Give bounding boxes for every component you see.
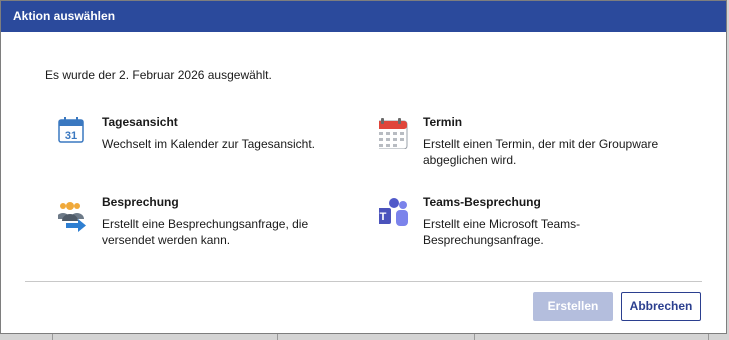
option-appointment[interactable]: Termin Erstellt einen Termin, der mit de… bbox=[374, 115, 679, 169]
option-day-view[interactable]: 31 Tagesansicht Wechselt im Kalender zur… bbox=[58, 115, 358, 159]
option-meeting[interactable]: Besprechung Erstellt eine Besprechungsan… bbox=[56, 195, 358, 249]
footer-divider bbox=[25, 281, 702, 282]
option-title: Teams-Besprechung bbox=[423, 195, 541, 209]
intro-text: Es wurde der 2. Februar 2026 ausgewählt. bbox=[45, 68, 272, 82]
option-title: Tagesansicht bbox=[102, 115, 178, 129]
calendar-day-number: 31 bbox=[65, 130, 77, 142]
background-grid-line bbox=[52, 334, 53, 340]
calendar-grid-icon bbox=[374, 115, 413, 150]
option-description: Erstellt eine Microsoft Teams-Besprechun… bbox=[423, 217, 581, 247]
meeting-people-icon bbox=[56, 195, 92, 232]
option-title: Termin bbox=[423, 115, 463, 129]
option-description: Erstellt eine Besprechungsanfrage, die v… bbox=[102, 217, 309, 247]
background-grid-line bbox=[277, 334, 278, 340]
cancel-button[interactable]: Abbrechen bbox=[621, 292, 701, 321]
option-description: Wechselt im Kalender zur Tagesansicht. bbox=[102, 137, 315, 151]
background-grid-line bbox=[474, 334, 475, 340]
teams-icon: T bbox=[375, 195, 413, 229]
option-teams-meeting[interactable]: T Teams-Besprechung Erstellt eine Micros… bbox=[375, 195, 679, 249]
calendar-day-icon: 31 bbox=[58, 115, 92, 149]
option-description: Erstellt einen Termin, der mit der Group… bbox=[423, 137, 659, 167]
dialog-title: Aktion auswählen bbox=[1, 1, 726, 32]
create-button[interactable]: Erstellen bbox=[533, 292, 613, 321]
option-title: Besprechung bbox=[102, 195, 179, 209]
svg-text:T: T bbox=[380, 211, 387, 223]
action-dialog: Aktion auswählen Es wurde der 2. Februar… bbox=[0, 0, 727, 334]
background-grid-line bbox=[708, 334, 709, 340]
